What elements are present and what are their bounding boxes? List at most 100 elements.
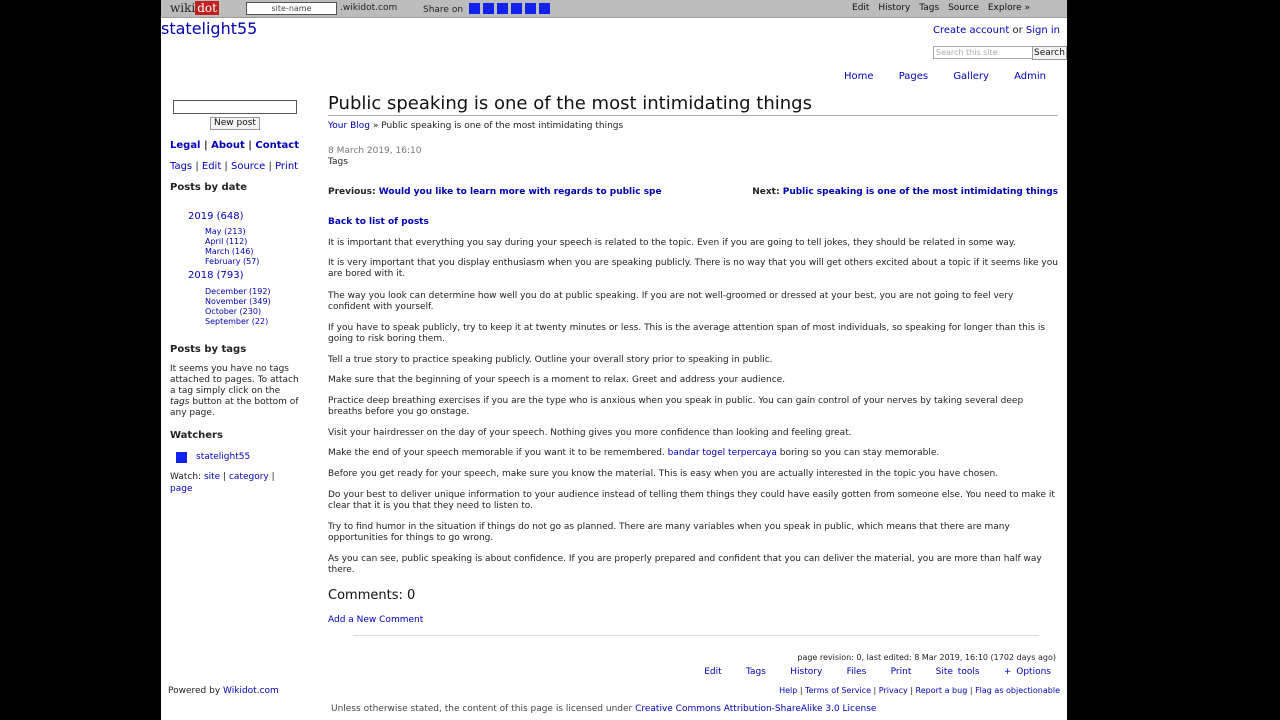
month-link[interactable]: November (349) — [205, 297, 271, 306]
main-content: Public speaking is one of the most intim… — [328, 93, 1058, 625]
top-menu-tags[interactable]: Tags — [919, 3, 939, 13]
page-revision-info: page revision: 0, last edited: 8 Mar 201… — [797, 653, 1056, 662]
months-2018: December (192) November (349) October (2… — [205, 287, 271, 327]
wikidot-logo[interactable]: wiki dot — [170, 1, 219, 15]
site-search-input[interactable]: Search this site — [933, 46, 1039, 59]
comments-heading: Comments: 0 — [328, 588, 416, 603]
share-icon[interactable] — [482, 3, 494, 14]
contact-link[interactable]: Contact — [255, 140, 299, 151]
create-account-link[interactable]: Create account — [933, 25, 1009, 36]
inline-link[interactable]: bandar togel terpercaya — [668, 448, 777, 458]
month-link[interactable]: February (57) — [205, 257, 259, 266]
sidebar: New post Legal | About | Contact Tags | … — [170, 100, 305, 494]
sign-in-link[interactable]: Sign in — [1026, 25, 1060, 36]
powered-by-text: Powered by — [168, 686, 221, 696]
watch-page-link[interactable]: page — [170, 484, 192, 494]
search-button[interactable]: Search — [1032, 46, 1067, 60]
license-text: Unless otherwise stated, the content of … — [331, 704, 636, 714]
next-post-link[interactable]: Public speaking is one of the most intim… — [783, 187, 1058, 197]
watch-label: Watch: — [170, 472, 202, 482]
month-link[interactable]: March (146) — [205, 247, 253, 256]
post-paragraph: Try to find humor in the situation if th… — [328, 522, 1010, 543]
top-menu: Edit History Tags Source Explore » — [846, 3, 1030, 13]
back-to-list-link[interactable]: Back to list of posts — [328, 217, 429, 227]
watchers-heading: Watchers — [170, 430, 223, 441]
month-link[interactable]: May (213) — [205, 227, 246, 236]
logo-text-dot: dot — [195, 1, 219, 15]
share-icon[interactable] — [538, 3, 550, 14]
tools-tags-link[interactable]: Tags — [170, 161, 192, 172]
top-menu-explore[interactable]: Explore » — [988, 3, 1030, 13]
no-tags-em: tags — [170, 397, 190, 407]
month-link[interactable]: April (112) — [205, 237, 247, 246]
month-link[interactable]: September (22) — [205, 317, 268, 326]
year-2018-link[interactable]: 2018 (793) — [188, 270, 244, 281]
post-paragraph: If you have to speak publicly, try to ke… — [328, 323, 1046, 344]
top-menu-history[interactable]: History — [878, 3, 910, 13]
posts-by-date-heading: Posts by date — [170, 182, 247, 193]
share-icon[interactable] — [524, 3, 536, 14]
nav-pages[interactable]: Pages — [899, 71, 928, 82]
action-history[interactable]: History — [790, 667, 822, 677]
action-tags[interactable]: Tags — [746, 667, 766, 677]
tools-print-link[interactable]: Print — [275, 161, 298, 172]
footer-divider — [353, 635, 1039, 636]
breadcrumb-blog-link[interactable]: Your Blog — [328, 121, 370, 131]
watch-site-link[interactable]: site — [204, 472, 220, 482]
action-site-tools[interactable]: Site tools — [936, 667, 980, 677]
new-post-title-input[interactable] — [173, 100, 297, 114]
sidebar-tools: Tags | Edit | Source | Print — [170, 161, 299, 172]
page: wiki dot site-name .wikidot.com Share on … — [161, 0, 1067, 720]
no-tags-message: It seems you have no tags attached to pa… — [170, 364, 302, 419]
previous-post: Previous: Would you like to learn more w… — [328, 187, 662, 197]
previous-post-link[interactable]: Would you like to learn more with regard… — [379, 187, 662, 197]
legal-link[interactable]: Legal — [170, 140, 201, 151]
flag-objectionable-link[interactable]: Flag as objectionable — [975, 686, 1060, 695]
action-files[interactable]: Files — [847, 667, 867, 677]
no-tags-text: It seems you have no tags attached to pa… — [170, 364, 299, 396]
nav-gallery[interactable]: Gallery — [953, 71, 989, 82]
help-link[interactable]: Help — [779, 686, 797, 695]
new-post-button[interactable]: New post — [210, 117, 260, 130]
action-edit[interactable]: Edit — [704, 667, 721, 677]
account-or-text: or — [1012, 25, 1023, 36]
terms-link[interactable]: Terms of Service — [805, 686, 871, 695]
site-name-input[interactable]: site-name — [246, 2, 337, 15]
paragraph-text: Make the end of your speech memorable if… — [328, 448, 668, 458]
action-options[interactable]: + Options — [1004, 667, 1051, 677]
top-nav: Home Pages Gallery Admin — [822, 71, 1046, 82]
license-link[interactable]: Creative Commons Attribution-ShareAlike … — [635, 704, 876, 714]
watcher-avatar-icon[interactable] — [176, 452, 187, 463]
breadcrumb-current: Public speaking is one of the most intim… — [381, 121, 624, 131]
share-icon[interactable] — [496, 3, 508, 14]
month-link[interactable]: October (230) — [205, 307, 261, 316]
page-title: Public speaking is one of the most intim… — [328, 93, 1058, 116]
report-bug-link[interactable]: Report a bug — [916, 686, 968, 695]
wikidot-top-bar: wiki dot site-name .wikidot.com Share on … — [161, 0, 1067, 18]
tools-source-link[interactable]: Source — [231, 161, 265, 172]
nav-admin[interactable]: Admin — [1014, 71, 1046, 82]
post-paragraph-with-link: Make the end of your speech memorable if… — [328, 448, 1058, 459]
year-2019-link[interactable]: 2019 (648) — [188, 211, 244, 222]
share-icon[interactable] — [468, 3, 480, 14]
privacy-link[interactable]: Privacy — [879, 686, 908, 695]
sidebar-info-links: Legal | About | Contact — [170, 140, 299, 151]
no-tags-text-end: button at the bottom of any page. — [170, 397, 299, 418]
post-paragraph: The way you look can determine how well … — [328, 291, 1014, 312]
top-menu-source[interactable]: Source — [948, 3, 979, 13]
wikidot-link[interactable]: Wikidot.com — [223, 686, 279, 696]
next-post: Next: Public speaking is one of the most… — [752, 187, 1058, 197]
share-icon[interactable] — [510, 3, 522, 14]
post-paragraph: It is important that everything you say … — [328, 238, 1016, 248]
watch-category-link[interactable]: category — [229, 472, 269, 482]
post-tags-label: Tags — [328, 157, 348, 167]
month-link[interactable]: December (192) — [205, 287, 271, 296]
top-menu-edit[interactable]: Edit — [852, 3, 869, 13]
nav-home[interactable]: Home — [844, 71, 874, 82]
tools-edit-link[interactable]: Edit — [202, 161, 221, 172]
about-link[interactable]: About — [211, 140, 245, 151]
add-comment-link[interactable]: Add a New Comment — [328, 615, 423, 625]
action-print[interactable]: Print — [891, 667, 912, 677]
watcher-name-link[interactable]: statelight55 — [196, 452, 250, 462]
site-title[interactable]: statelight55 — [161, 19, 257, 38]
